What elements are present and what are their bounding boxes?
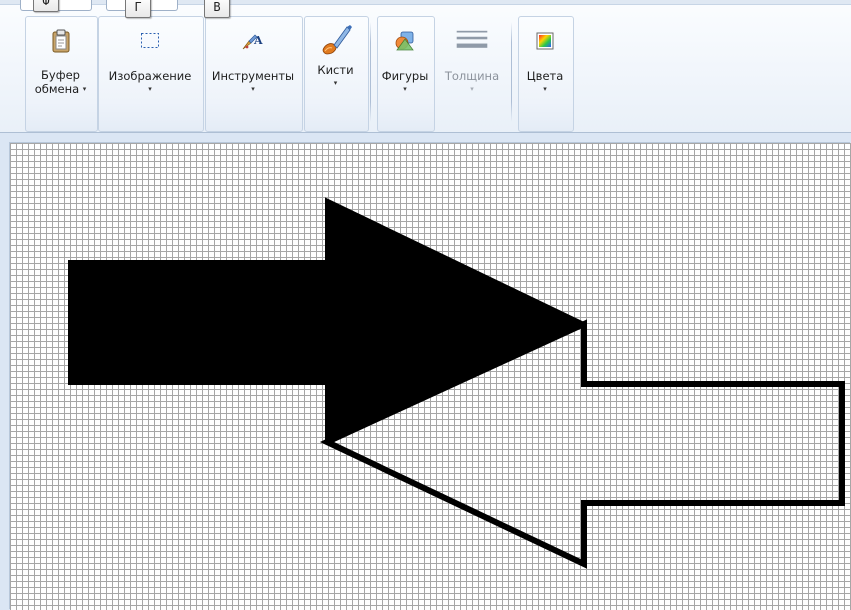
ribbon-separator [370, 22, 371, 122]
clipboard-label-line1: Буфер [41, 68, 80, 82]
size-label: Толщина [444, 69, 500, 83]
image-button[interactable]: Изображение ▾ [98, 18, 202, 106]
image-label: Изображение [108, 69, 192, 83]
shapes-icon [388, 24, 422, 58]
chevron-down-icon: ▾ [333, 79, 338, 87]
clipboard-label-line2: обмена [34, 82, 80, 96]
shapes-button[interactable]: Фигуры ▾ [377, 18, 433, 106]
canvas-workspace[interactable] [0, 133, 851, 610]
chevron-down-icon: ▾ [251, 85, 255, 93]
clipboard-button[interactable]: Буфер обмена ▾ [25, 18, 96, 106]
drawing-canvas[interactable] [10, 143, 851, 610]
colors-label: Цвета [526, 69, 564, 83]
size-button: Толщина ▾ [436, 18, 508, 106]
keytip-tools: В [204, 0, 230, 18]
colors-button[interactable]: Цвета ▾ [518, 18, 572, 106]
svg-text:A: A [253, 34, 263, 47]
select-icon [133, 24, 167, 58]
ribbon-separator [511, 22, 512, 122]
clipboard-icon [44, 24, 78, 58]
brushes-label: Кисти [317, 63, 354, 77]
chevron-down-icon: ▾ [82, 85, 87, 93]
line-thickness-icon [455, 24, 489, 58]
keytip-image: Г [125, 0, 151, 18]
tools-icon: A [236, 24, 270, 58]
tools-label: Инструменты [211, 69, 295, 83]
brushes-button[interactable]: Кисти ▾ [304, 18, 367, 106]
ribbon: Ф Г В Буфер обмена ▾ Изображение ▾ A Инс… [0, 0, 851, 133]
chevron-down-icon: ▾ [403, 85, 407, 93]
chevron-down-icon: ▾ [148, 85, 152, 93]
chevron-down-icon: ▾ [470, 85, 474, 93]
brush-icon [319, 24, 353, 58]
color-palette-icon [528, 24, 562, 58]
tools-button[interactable]: A Инструменты ▾ [205, 18, 301, 106]
chevron-down-icon: ▾ [543, 85, 547, 93]
keytip-clipboard: Ф [33, 0, 59, 12]
shapes-label: Фигуры [381, 69, 429, 83]
